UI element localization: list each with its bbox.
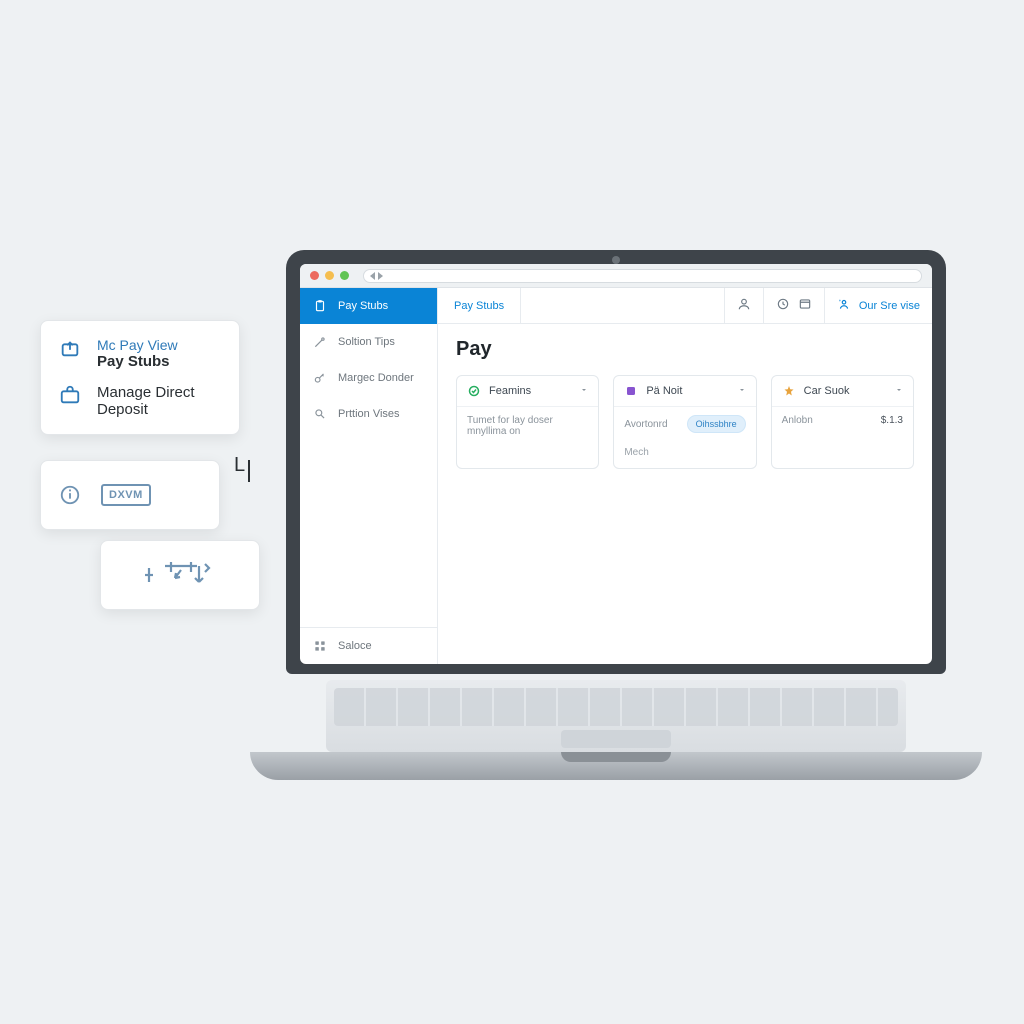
upload-icon	[59, 337, 83, 364]
sidebar-item-label: Soltion Tips	[338, 336, 395, 348]
wand-icon	[312, 334, 328, 350]
topbar-time[interactable]	[763, 288, 824, 323]
star-icon	[782, 384, 796, 398]
sidebar-item-solution-tips[interactable]: Soltion Tips	[300, 324, 437, 360]
card-amount: $.1.3	[881, 415, 903, 426]
float-card-mid[interactable]: DXVM	[40, 460, 220, 530]
card-action-pill[interactable]: Oihssbhre	[687, 415, 746, 433]
main-area: Pay Stubs	[438, 288, 932, 664]
laptop-bezel: Pay Stubs Soltion Tips Mar	[286, 250, 946, 674]
card-header: Pä Noit	[614, 376, 755, 407]
laptop-keyboard	[326, 680, 906, 752]
grid-icon	[312, 638, 328, 654]
sidebar-spacer	[300, 432, 437, 627]
chevron-down-icon[interactable]	[895, 385, 903, 397]
topbar: Pay Stubs	[438, 288, 932, 324]
float-title: Mc Pay View	[97, 337, 178, 353]
float-item-label: Manage Direct Deposit	[97, 384, 221, 418]
stage: Mc Pay View Pay Stubs Manage Direct Depo…	[0, 0, 1024, 1024]
card-title: Feamins	[489, 385, 572, 397]
sidebar-item-label: Prttion Vises	[338, 408, 400, 420]
card-header: Car Suok	[772, 376, 913, 407]
card-summary[interactable]: Car Suok Anlobn $.1.3	[771, 375, 914, 469]
card-title: Pä Noit	[646, 385, 729, 397]
screen: Pay Stubs Soltion Tips Mar	[300, 264, 932, 664]
card-header: Feamins	[457, 376, 598, 407]
card-body: Avortonrd Oihssbhre	[614, 407, 755, 441]
topbar-user[interactable]	[724, 288, 763, 323]
content: Pay Feamins	[438, 324, 932, 487]
laptop-frame: Pay Stubs Soltion Tips Mar	[286, 250, 946, 780]
card-body-text: Anlobn	[782, 415, 813, 426]
sidebar-item-paystubs[interactable]: Pay Stubs	[300, 288, 437, 324]
brand-badge-icon: DXVM	[101, 484, 151, 506]
letter-marker: L	[234, 454, 245, 477]
sidebar: Pay Stubs Soltion Tips Mar	[300, 288, 438, 664]
float-text: Mc Pay View Pay Stubs	[97, 337, 178, 370]
card-body-text: Avortonrd	[624, 419, 667, 430]
chevron-down-icon[interactable]	[580, 385, 588, 397]
card-square-icon	[624, 384, 638, 398]
topbar-spacer	[521, 288, 724, 323]
float-item-direct-deposit[interactable]: Manage Direct Deposit	[59, 384, 221, 418]
laptop-trackpad	[561, 730, 671, 748]
search-icon	[312, 406, 328, 422]
briefcase-icon	[59, 384, 83, 411]
float-card-paystubs[interactable]: Mc Pay View Pay Stubs Manage Direct Depo…	[40, 320, 240, 435]
window-minimize-icon[interactable]	[325, 271, 334, 280]
chevron-down-icon[interactable]	[738, 385, 746, 397]
app: Pay Stubs Soltion Tips Mar	[300, 288, 932, 664]
info-circle-icon	[59, 484, 81, 506]
laptop-base	[250, 752, 982, 780]
topbar-service-label: Our Sre vise	[859, 300, 920, 312]
user-icon	[737, 297, 751, 314]
sidebar-item-manage[interactable]: Margec Donder	[300, 360, 437, 396]
sidebar-item-label: Saloce	[338, 640, 372, 652]
card-body: Tumet for lay doser mnyllima on	[457, 407, 598, 445]
card-net[interactable]: Pä Noit Avortonrd Oihssbhre	[613, 375, 756, 469]
card-title: Car Suok	[804, 385, 887, 397]
sidebar-item-label: Pay Stubs	[338, 300, 388, 312]
sidebar-item-partition[interactable]: Prttion Vises	[300, 396, 437, 432]
float-card-bottom[interactable]	[100, 540, 260, 610]
transfer-icon	[145, 558, 215, 592]
cards-row: Feamins Tumet for lay doser mnyllima on	[456, 375, 914, 469]
card-body-text: Tumet for lay doser mnyllima on	[467, 415, 588, 437]
clock-icon	[776, 297, 790, 314]
check-circle-icon	[467, 384, 481, 398]
clipboard-icon	[312, 298, 328, 314]
card-earnings[interactable]: Feamins Tumet for lay doser mnyllima on	[456, 375, 599, 469]
window-maximize-icon[interactable]	[340, 271, 349, 280]
breadcrumb[interactable]: Pay Stubs	[438, 288, 521, 323]
float-subtitle: Pay Stubs	[97, 353, 178, 370]
topbar-service[interactable]: Our Sre vise	[824, 288, 932, 323]
card-body-secondary: Mech	[614, 441, 755, 468]
sparkle-user-icon	[837, 297, 851, 314]
card-body: Anlobn $.1.3	[772, 407, 913, 434]
float-item-view-paystubs[interactable]: Mc Pay View Pay Stubs	[59, 337, 221, 370]
laptop-notch	[561, 752, 671, 762]
sidebar-item-footer[interactable]: Saloce	[300, 627, 437, 664]
browser-chrome	[300, 264, 932, 288]
address-bar[interactable]	[363, 269, 922, 283]
key-icon	[312, 370, 328, 386]
tick-marker	[248, 460, 250, 482]
window-icon	[798, 297, 812, 314]
camera-icon	[612, 256, 620, 264]
sidebar-item-label: Margec Donder	[338, 372, 414, 384]
window-close-icon[interactable]	[310, 271, 319, 280]
page-title: Pay	[456, 338, 914, 361]
